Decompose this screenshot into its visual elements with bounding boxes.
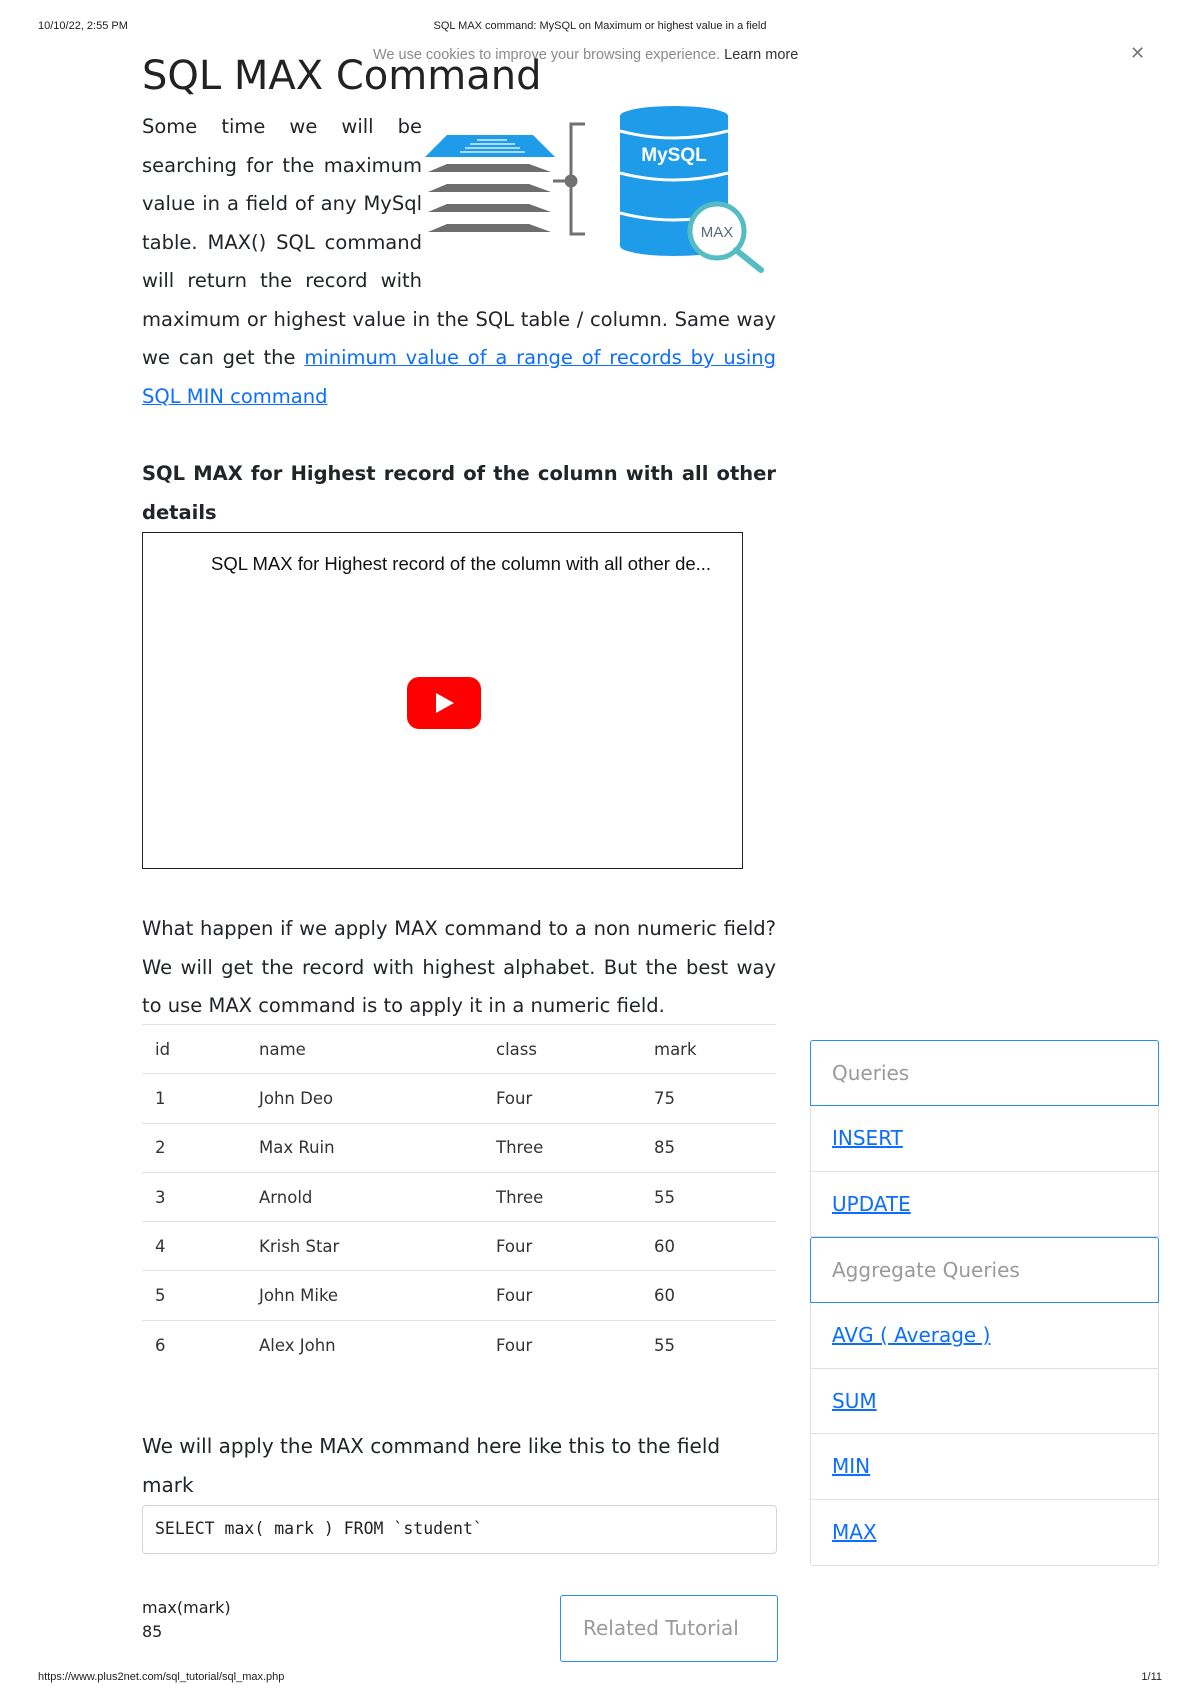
column-header-name: name [259,1039,306,1059]
cell-id: 1 [155,1088,166,1108]
video-title[interactable]: SQL MAX for Highest record of the column… [211,553,711,575]
result-value: 85 [142,1622,163,1641]
table-row: 1 John Deo Four 75 [142,1073,776,1123]
cell-class: Four [496,1088,533,1108]
intro-line: Some time we will be [142,115,422,138]
sidebar-link[interactable]: MIN [832,1454,870,1478]
sidebar-item-insert[interactable]: INSERT [810,1106,1159,1172]
video-embed[interactable]: SQL MAX for Highest record of the column… [142,532,743,869]
result-header: max(mark) [142,1598,231,1617]
hero-illustration: MySQL MAX [425,103,785,273]
cell-mark: 75 [654,1088,675,1108]
intro-line: table. MAX() SQL command [142,230,422,254]
print-header: 10/10/22, 2:55 PM SQL MAX command: MySQL… [0,20,1200,34]
learn-more-link[interactable]: Learn more [724,47,798,63]
cell-name: Arnold [259,1187,313,1207]
section-heading: SQL MAX for Highest record of the column… [142,462,776,524]
cell-class: Four [496,1286,533,1306]
sidebar-item-min[interactable]: MIN [810,1434,1159,1500]
sidebar-group-header-queries: Queries [810,1040,1159,1106]
cell-mark: 60 [654,1236,675,1256]
sidebar-link[interactable]: INSERT [832,1126,903,1150]
cell-name: Alex John [259,1335,336,1355]
cell-id: 3 [155,1187,166,1207]
table-row: 2 Max Ruin Three 85 [142,1123,776,1172]
table-row: 5 John Mike Four 60 [142,1270,776,1320]
page-title: SQL MAX Command [142,53,542,99]
cell-name: Max Ruin [259,1138,335,1158]
cell-mark: 85 [654,1138,675,1158]
query-result: max(mark) 85 [142,1596,231,1644]
print-url: https://www.plus2net.com/sql_tutorial/sq… [38,1671,285,1683]
intro-wide-block: maximum or highest value in the SQL tabl… [142,301,776,417]
non-numeric-paragraph: What happen if we apply MAX command to a… [142,917,776,1017]
sidebar: Queries INSERT UPDATE Aggregate Queries … [810,1040,1159,1566]
print-page-title: SQL MAX command: MySQL on Maximum or hig… [433,20,767,32]
cell-id: 6 [155,1335,166,1355]
sidebar-link[interactable]: AVG ( Average ) [832,1323,990,1347]
magnifier-icon: MAX [687,201,764,273]
sidebar-link[interactable]: UPDATE [832,1192,911,1216]
cell-name: John Mike [259,1286,339,1306]
cell-id: 2 [155,1138,166,1158]
cell-id: 5 [155,1286,166,1306]
cell-class: Four [496,1236,533,1256]
table-row: 3 Arnold Three 55 [142,1172,776,1221]
cell-mark: 60 [654,1286,675,1306]
cell-class: Three [496,1138,544,1158]
bracket-connector [553,122,585,236]
column-header-class: class [496,1039,537,1059]
column-header-id: id [155,1039,171,1059]
youtube-play-icon[interactable] [407,677,481,729]
cell-id: 4 [155,1236,166,1256]
db-label: MySQL [641,145,707,166]
intro-line: value in a field of any MySql [142,192,422,215]
sidebar-item-sum[interactable]: SUM [810,1368,1159,1435]
table-header-row: id name class mark [142,1024,776,1074]
cell-mark: 55 [654,1335,675,1355]
intro-line: will return the record with [142,269,422,292]
cell-name: John Deo [259,1088,334,1108]
student-table: id name class mark 1 John Deo Four 75 2 … [142,1024,776,1370]
column-header-mark: mark [654,1039,697,1059]
table-stack-icon [425,135,555,232]
apply-max-paragraph: We will apply the MAX command here like … [142,1434,721,1497]
sidebar-item-update[interactable]: UPDATE [810,1171,1159,1238]
print-page-number: 1/11 [1141,1671,1162,1683]
magnifier-label: MAX [701,224,734,241]
intro-narrow-block: Some time we will be searching for the m… [142,108,422,301]
sidebar-item-avg[interactable]: AVG ( Average ) [810,1303,1159,1369]
cell-name: Krish Star [259,1236,340,1256]
related-tutorial-button[interactable]: Related Tutorial [560,1595,778,1662]
sidebar-item-max[interactable]: MAX [810,1499,1159,1566]
sidebar-link[interactable]: SUM [832,1389,877,1413]
table-row: 6 Alex John Four 55 [142,1320,776,1369]
sql-code-block[interactable]: SELECT max( mark ) FROM `student` [142,1505,777,1554]
sidebar-link[interactable]: MAX [832,1520,877,1544]
close-icon[interactable]: ✕ [1130,44,1145,64]
cell-class: Three [496,1187,544,1207]
cell-class: Four [496,1335,533,1355]
cell-mark: 55 [654,1187,675,1207]
intro-line: searching for the maximum [142,153,422,177]
sidebar-group-header-aggregate: Aggregate Queries [810,1237,1159,1304]
table-row: 4 Krish Star Four 60 [142,1221,776,1271]
